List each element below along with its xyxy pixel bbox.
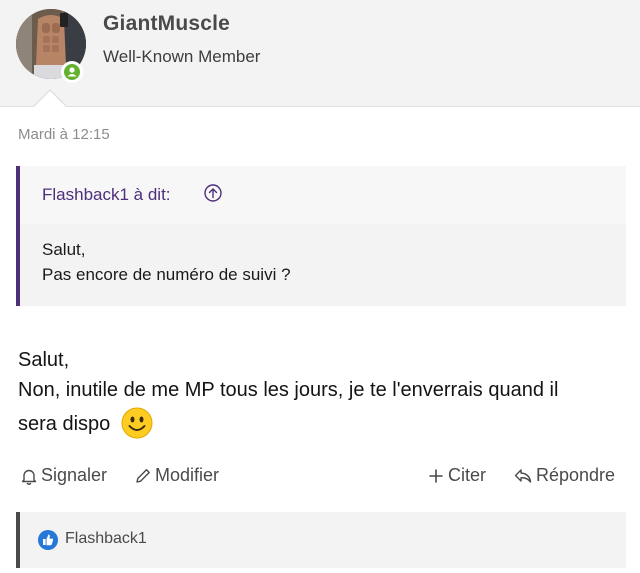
- user-title: Well-Known Member: [103, 47, 261, 66]
- message-user-header: GiantMuscle Well-Known Member: [0, 0, 640, 107]
- quote-header: Flashback1 à dit:: [20, 166, 626, 224]
- post-date-link[interactable]: Mardi à 12:15: [18, 126, 110, 143]
- message-text-line: sera dispo: [18, 413, 111, 435]
- quote-text-line: Salut,: [42, 240, 86, 259]
- message-text-line: Salut,: [18, 349, 70, 371]
- bell-icon: [21, 469, 37, 485]
- header-pointer: [34, 91, 66, 107]
- report-button[interactable]: Signaler: [20, 465, 107, 486]
- username-link[interactable]: GiantMuscle: [103, 12, 230, 36]
- online-status-icon: [61, 61, 83, 83]
- reaction-users-link[interactable]: Flashback1: [65, 530, 147, 548]
- plus-icon: [429, 468, 443, 483]
- quote-text-line: Pas encore de numéro de suivi ?: [42, 265, 291, 284]
- reactions-bar: Flashback1: [16, 512, 626, 568]
- quote-author-link[interactable]: Flashback1 à dit:: [42, 185, 171, 205]
- arrow-up-circle-icon[interactable]: [204, 184, 222, 202]
- quote-button[interactable]: Citer: [427, 465, 486, 486]
- thumbs-up-icon: [38, 530, 58, 550]
- edit-label: Modifier: [155, 465, 220, 485]
- smiley-emoji-icon: [121, 407, 153, 439]
- report-label: Signaler: [41, 465, 108, 485]
- edit-button[interactable]: Modifier: [134, 465, 219, 486]
- quote-block: Flashback1 à dit: Salut, Pas encore de n…: [16, 166, 626, 306]
- reply-label: Répondre: [536, 465, 616, 485]
- reply-icon: [514, 468, 532, 483]
- message-text-line: Non, inutile de me MP tous les jours, je…: [18, 379, 559, 401]
- reply-button[interactable]: Répondre: [513, 465, 615, 486]
- quote-label: Citer: [448, 465, 487, 485]
- pencil-icon: [136, 468, 150, 483]
